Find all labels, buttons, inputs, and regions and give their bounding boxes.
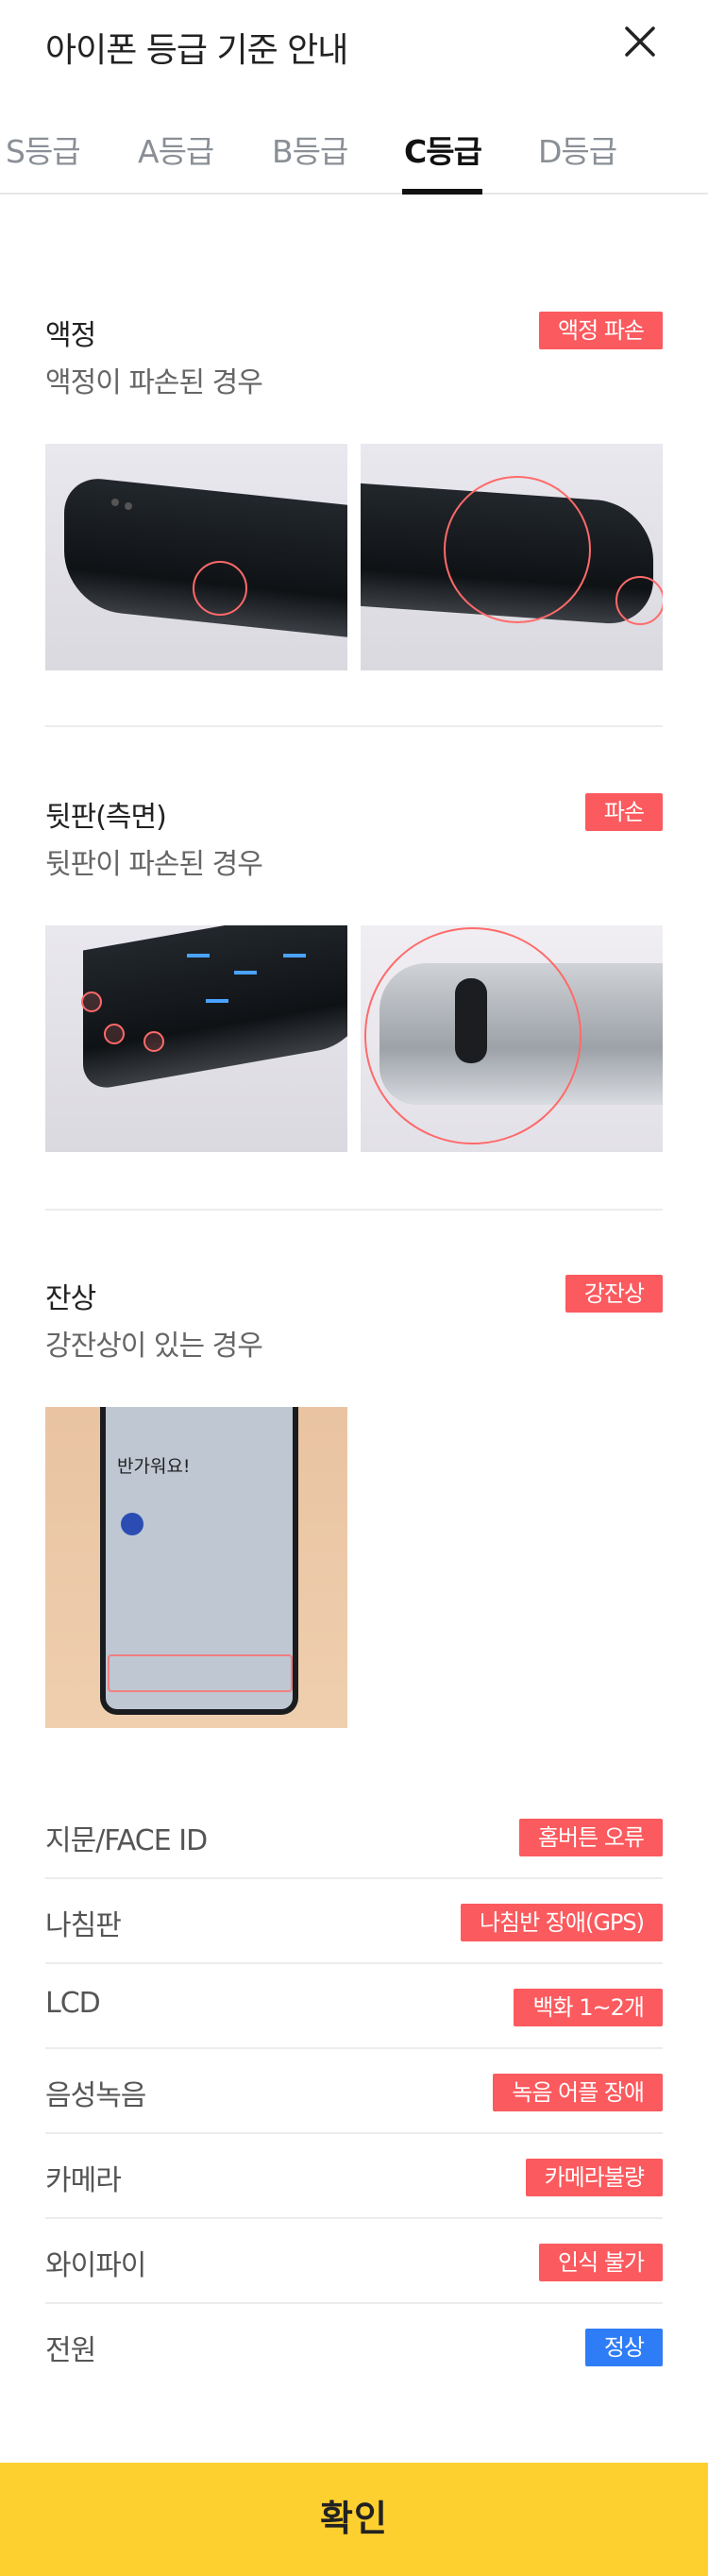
spec-label: 지문/FACE ID [45, 1824, 208, 1857]
screen-greeting: 반가워요! [117, 1456, 191, 1477]
spec-row-lcd: LCD 백화 1~2개 [45, 1964, 663, 2049]
damage-photo-back-1 [45, 925, 347, 1152]
spec-badge: 녹음 어플 장애 [493, 2074, 663, 2111]
status-badge: 파손 [584, 793, 663, 831]
spec-badge: 홈버튼 오류 [518, 1819, 663, 1856]
spec-row-fingerprint: 지문/FACE ID 홈버튼 오류 [45, 1794, 663, 1879]
spec-badge: 백화 1~2개 [514, 1989, 663, 2026]
spec-label: 카메라 [45, 2164, 122, 2197]
spec-label: 전원 [45, 2334, 96, 2367]
spec-label: LCD [45, 1987, 101, 2020]
section-burn-in: 잔상 강잔상 강잔상이 있는 경우 반가워요! [45, 1275, 663, 1747]
tab-d-grade[interactable]: D등급 [538, 127, 617, 172]
close-icon[interactable] [617, 19, 663, 64]
section-description: 액정이 파손된 경우 [45, 366, 263, 399]
spec-label: 음성녹음 [45, 2079, 146, 2112]
spec-label: 나침판 [45, 1909, 122, 1942]
tab-s-grade[interactable]: S등급 [6, 127, 81, 172]
section-divider [45, 1209, 663, 1211]
page-title: 아이폰 등급 기준 안내 [45, 31, 348, 70]
spec-row-camera: 카메라 카메라불량 [45, 2134, 663, 2219]
spec-badge: 나침반 장애(GPS) [460, 1904, 663, 1941]
status-badge: 액정 파손 [539, 312, 663, 349]
damage-photo-burn-in: 반가워요! [45, 1407, 347, 1728]
section-title: 액정 [45, 319, 96, 352]
spec-label: 와이파이 [45, 2249, 146, 2282]
section-divider [45, 725, 663, 727]
spec-badge: 카메라불량 [525, 2159, 663, 2196]
status-badge: 강잔상 [565, 1275, 663, 1313]
active-tab-indicator [402, 189, 482, 195]
damage-photo-screen-2 [361, 444, 663, 670]
spec-row-compass: 나침판 나침반 장애(GPS) [45, 1879, 663, 1964]
section-description: 강잔상이 있는 경우 [45, 1330, 263, 1363]
spec-row-power: 전원 정상 [45, 2304, 663, 2389]
damage-photo-back-2 [361, 925, 663, 1152]
spec-row-wifi: 와이파이 인식 불가 [45, 2219, 663, 2304]
section-title: 잔상 [45, 1282, 96, 1315]
confirm-button[interactable]: 확인 [0, 2463, 708, 2576]
section-title: 뒷판(측면) [45, 801, 167, 834]
tab-c-grade[interactable]: C등급 [404, 127, 482, 172]
damage-photo-screen-1 [45, 444, 347, 670]
spec-row-voice-recording: 음성녹음 녹음 어플 장애 [45, 2049, 663, 2134]
tab-b-grade[interactable]: B등급 [272, 127, 348, 172]
grade-tabs: S등급 A등급 B등급 C등급 D등급 [0, 113, 708, 195]
section-description: 뒷판이 파손된 경우 [45, 848, 263, 881]
tab-a-grade[interactable]: A등급 [138, 127, 214, 172]
modal-header: 아이폰 등급 기준 안내 [0, 0, 708, 104]
spec-badge: 인식 불가 [539, 2244, 663, 2281]
section-screen: 액정 액정 파손 액정이 파손된 경우 [45, 312, 663, 670]
spec-badge: 정상 [584, 2329, 663, 2366]
section-back-panel: 뒷판(측면) 파손 뒷판이 파손된 경우 [45, 793, 663, 1152]
